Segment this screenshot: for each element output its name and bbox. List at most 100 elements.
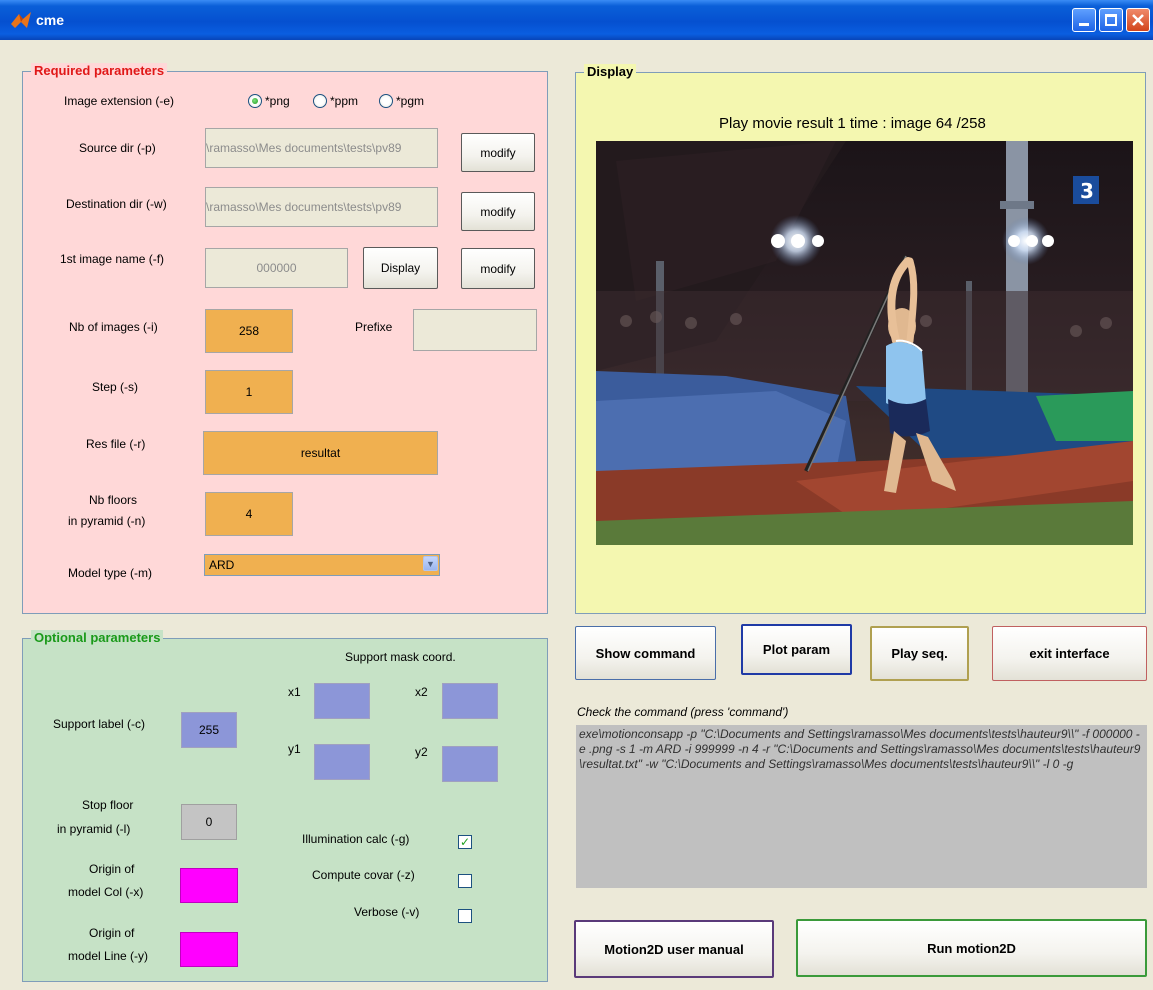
- display-legend: Display: [584, 64, 637, 80]
- required-legend: Required parameters: [31, 63, 168, 79]
- channel-number: 3: [1080, 179, 1094, 203]
- origin-col-label-line1: Origin of: [89, 862, 135, 876]
- show-command-label: Show command: [595, 645, 696, 661]
- modify-destination-button[interactable]: modify: [461, 192, 535, 231]
- run-motion2d-label: Run motion2D: [927, 940, 1016, 956]
- radio-pgm-indicator[interactable]: [379, 94, 393, 108]
- model-type-dropdown[interactable]: ARD ▼: [204, 554, 440, 576]
- destination-dir-label: Destination dir (-w): [66, 197, 167, 211]
- source-dir-label: Source dir (-p): [79, 141, 156, 155]
- res-file-value: resultat: [300, 446, 341, 460]
- run-motion2d-button[interactable]: Run motion2D: [796, 919, 1147, 977]
- step-label: Step (-s): [92, 380, 139, 394]
- support-mask-title: Support mask coord.: [345, 650, 456, 664]
- nb-images-value: 258: [238, 324, 260, 338]
- play-seq-label: Play seq.: [891, 646, 948, 661]
- video-frame-image: 3: [596, 141, 1133, 545]
- radio-pgm-label: *pgm: [396, 94, 425, 108]
- command-text-area[interactable]: exe\motionconsapp -p "C:\Documents and S…: [576, 725, 1147, 888]
- illumination-calc-checkbox[interactable]: ✓: [458, 835, 472, 849]
- y1-field[interactable]: [314, 744, 370, 780]
- window-title: cme: [36, 12, 65, 28]
- first-image-name-value: 000000: [256, 261, 297, 275]
- display-image-label: Display: [380, 261, 421, 275]
- y1-label: y1: [288, 742, 301, 756]
- prefixe-field[interactable]: [413, 309, 537, 351]
- origin-line-label-line1: Origin of: [89, 926, 135, 940]
- modify-first-image-label: modify: [480, 261, 516, 276]
- radio-png-indicator[interactable]: [248, 94, 262, 108]
- prefixe-label: Prefixe: [355, 320, 393, 334]
- radio-ppm-label: *ppm: [330, 94, 359, 108]
- nb-images-label: Nb of images (-i): [69, 320, 158, 334]
- nb-images-field[interactable]: 258: [205, 309, 293, 353]
- source-dir-value: s\ramasso\Mes documents\tests\pv89: [205, 141, 402, 155]
- close-button[interactable]: [1126, 8, 1150, 32]
- exit-interface-label: exit interface: [1029, 646, 1110, 661]
- nb-floors-value: 4: [245, 507, 253, 521]
- exit-interface-button[interactable]: exit interface: [992, 626, 1147, 681]
- stop-floor-label-line1: Stop floor: [82, 798, 134, 812]
- show-command-button[interactable]: Show command: [575, 626, 716, 680]
- illumination-calc-label: Illumination calc (-g): [302, 832, 410, 846]
- close-icon: [1132, 14, 1144, 26]
- nb-floors-label-line2: in pyramid (-n): [68, 514, 146, 528]
- radio-pgm[interactable]: *pgm: [379, 94, 424, 108]
- matlab-icon: [11, 12, 31, 28]
- modify-source-button[interactable]: modify: [461, 133, 535, 172]
- stop-floor-label-line2: in pyramid (-l): [57, 822, 131, 836]
- minimize-button[interactable]: [1072, 8, 1096, 32]
- radio-png[interactable]: *png: [248, 94, 290, 108]
- first-image-name-field[interactable]: 000000: [205, 248, 348, 288]
- modify-first-image-button[interactable]: modify: [461, 248, 535, 289]
- modify-destination-label: modify: [480, 204, 516, 219]
- x1-field[interactable]: [314, 683, 370, 719]
- res-file-field[interactable]: resultat: [203, 431, 438, 475]
- user-manual-button[interactable]: Motion2D user manual: [574, 920, 774, 978]
- compute-covar-checkbox[interactable]: [458, 874, 472, 888]
- support-label-value: 255: [198, 723, 220, 737]
- stop-floor-field[interactable]: 0: [181, 804, 237, 840]
- source-dir-field[interactable]: s\ramasso\Mes documents\tests\pv89: [205, 128, 438, 168]
- check-command-label: Check the command (press 'command'): [577, 705, 789, 719]
- nb-floors-field[interactable]: 4: [205, 492, 293, 536]
- y2-field[interactable]: [442, 746, 498, 782]
- display-image-button[interactable]: Display: [363, 247, 438, 289]
- plot-param-label: Plot param: [762, 642, 831, 657]
- x1-label: x1: [288, 685, 301, 699]
- maximize-icon: [1105, 14, 1117, 26]
- first-image-name-label: 1st image name (-f): [60, 252, 165, 266]
- title-bar: cme: [0, 0, 1153, 40]
- radio-ppm-indicator[interactable]: [313, 94, 327, 108]
- compute-covar-label: Compute covar (-z): [312, 868, 415, 882]
- origin-line-label-line2: model Line (-y): [68, 949, 149, 963]
- x2-field[interactable]: [442, 683, 498, 719]
- command-text: exe\motionconsapp -p "C:\Documents and S…: [579, 727, 1141, 771]
- origin-col-color-box[interactable]: [180, 868, 238, 903]
- y2-label: y2: [415, 745, 428, 759]
- origin-col-label-line2: model Col (-x): [68, 885, 144, 899]
- destination-dir-value: s\ramasso\Mes documents\tests\pv89: [205, 200, 402, 214]
- chevron-down-icon[interactable]: ▼: [423, 556, 438, 571]
- res-file-label: Res file (-r): [86, 437, 146, 451]
- origin-line-color-box[interactable]: [180, 932, 238, 967]
- model-type-label: Model type (-m): [68, 566, 153, 580]
- maximize-button[interactable]: [1099, 8, 1123, 32]
- check-icon: ✓: [459, 835, 471, 849]
- support-label-label: Support label (-c): [53, 717, 146, 731]
- step-value: 1: [245, 385, 253, 399]
- user-manual-label: Motion2D user manual: [604, 941, 744, 957]
- play-seq-button[interactable]: Play seq.: [870, 626, 969, 681]
- plot-param-button[interactable]: Plot param: [741, 624, 852, 675]
- verbose-checkbox[interactable]: [458, 909, 472, 923]
- destination-dir-field[interactable]: s\ramasso\Mes documents\tests\pv89: [205, 187, 438, 227]
- optional-legend: Optional parameters: [31, 630, 164, 646]
- step-field[interactable]: 1: [205, 370, 293, 414]
- image-extension-label: Image extension (-e): [64, 94, 175, 108]
- radio-ppm[interactable]: *ppm: [313, 94, 358, 108]
- radio-png-label: *png: [265, 94, 290, 108]
- support-label-field[interactable]: 255: [181, 712, 237, 748]
- minimize-icon: [1079, 23, 1089, 26]
- model-type-value: ARD: [209, 558, 235, 572]
- nb-floors-label-line1: Nb floors: [89, 493, 138, 507]
